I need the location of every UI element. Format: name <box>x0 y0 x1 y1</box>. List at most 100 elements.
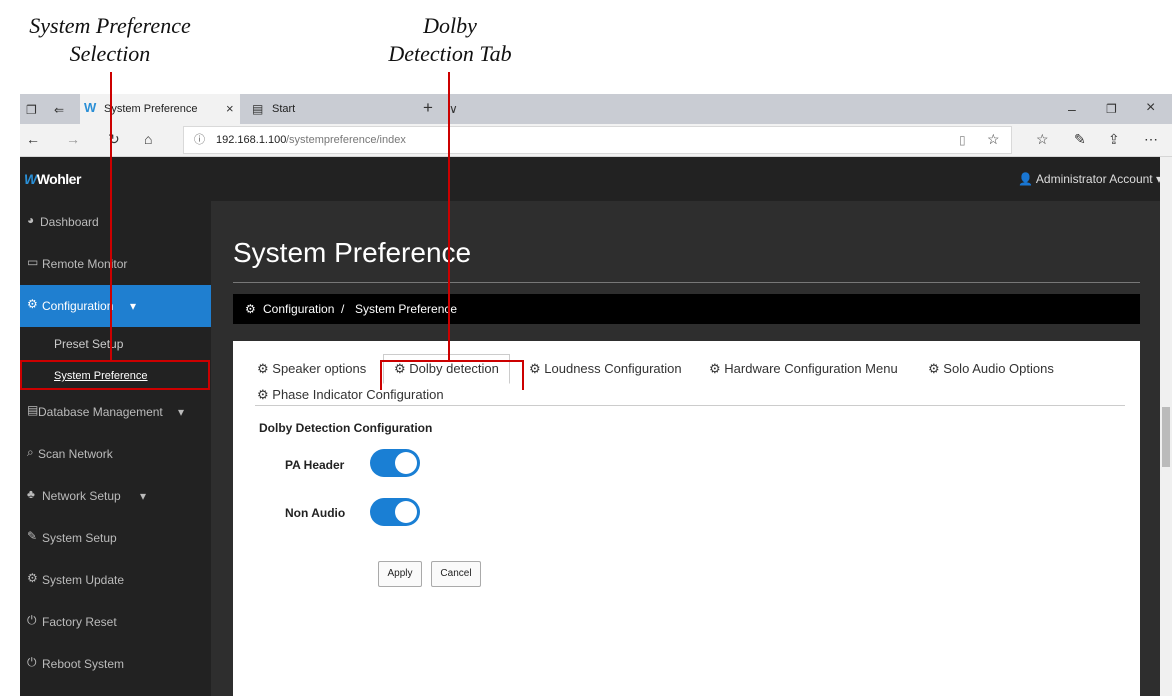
annotation-line: Selection <box>69 41 151 66</box>
scrollbar-thumb[interactable] <box>1162 407 1170 467</box>
sidebar-item-factory-reset[interactable]: ⏻ Factory Reset <box>20 601 211 643</box>
database-icon: ▤ <box>27 403 39 417</box>
sidebar: ◕ Dashboard ▭ Remote Monitor ⚙ Configura… <box>20 201 211 696</box>
restore-icon[interactable]: ❐ <box>1106 101 1117 117</box>
favorite-star-icon[interactable]: ☆ <box>987 131 1000 147</box>
tab-title: System Preference <box>104 103 198 115</box>
sidebar-item-database-management[interactable]: ▤ Database Management ▾ <box>20 391 211 433</box>
sidebar-item-configuration[interactable]: ⚙ Configuration ▾ <box>20 285 211 327</box>
account-label: Administrator Account <box>1035 172 1153 186</box>
callout-box-system-preference <box>20 360 210 390</box>
url-host: 192.168.1.100 <box>216 134 287 146</box>
url-input[interactable]: ⓘ 192.168.1.100 /systempreference/index … <box>183 126 1012 154</box>
sidebar-item-label: Preset Setup <box>54 337 124 351</box>
setting-label: Non Audio <box>285 506 346 520</box>
cancel-button[interactable]: Cancel <box>431 561 481 587</box>
sidebar-item-label: Reboot System <box>42 657 125 671</box>
page-scrollbar[interactable] <box>1160 157 1172 696</box>
tachometer-icon: ◕ <box>27 213 35 227</box>
reading-view-icon[interactable]: ▯ <box>959 132 966 148</box>
sidebar-item-system-setup[interactable]: ✎ System Setup <box>20 517 211 559</box>
callout-box-dolby-tab <box>380 360 524 390</box>
gear-icon: ⚙ <box>709 361 721 376</box>
pa-header-toggle[interactable] <box>370 449 420 477</box>
sitemap-icon: ♣ <box>27 487 35 501</box>
browser-tab-bar: ❐ ⇐ W System Preference × ▤ Start + ∨ – … <box>20 94 1172 124</box>
sidebar-item-label: System Setup <box>42 531 117 545</box>
tab-label: Speaker options <box>272 361 367 376</box>
sidebar-item-system-update[interactable]: ⚙ System Update <box>20 559 211 601</box>
chevron-down-icon[interactable]: ∨ <box>449 101 458 117</box>
gear-icon: ⚙ <box>529 361 541 376</box>
back-icon[interactable]: ← <box>26 131 40 147</box>
account-menu[interactable]: 👤 Administrator Account ▾ <box>1018 172 1162 186</box>
sidebar-item-label: Dashboard <box>40 215 99 229</box>
tab-solo-audio-options[interactable]: ⚙ Solo Audio Options <box>928 361 1054 377</box>
main-content: System Preference ⚙ Configuration / Syst… <box>211 201 1168 696</box>
caret-down-icon: ▾ <box>178 405 185 419</box>
section-title: Dolby Detection Configuration <box>259 421 433 435</box>
pen-icon[interactable]: ✎ <box>1074 131 1086 147</box>
toggle-knob <box>395 501 417 523</box>
close-tab-icon[interactable]: × <box>226 101 234 117</box>
sidebar-item-scan-network[interactable]: ⌕ Scan Network <box>20 433 211 475</box>
wohler-favicon-icon: W <box>84 100 97 115</box>
more-icon[interactable]: ⋯ <box>1144 131 1158 147</box>
sidebar-item-label: Database Management <box>38 405 163 419</box>
address-bar-row: ← → ↻ ⌂ ⓘ 192.168.1.100 /systempreferenc… <box>20 124 1172 157</box>
breadcrumb-root[interactable]: Configuration <box>263 302 334 316</box>
tab-title: Start <box>272 103 296 115</box>
callout-line-system-preference <box>110 72 112 362</box>
cogs-icon: ⚙ <box>27 297 38 311</box>
wohler-logo: WWohler <box>24 171 81 187</box>
minimize-icon[interactable]: – <box>1068 101 1076 117</box>
caret-down-icon: ▾ <box>130 299 137 313</box>
search-icon: ⌕ <box>27 445 34 459</box>
tab-list-icon[interactable]: ❐ <box>26 102 37 118</box>
sidebar-item-dashboard[interactable]: ◕ Dashboard <box>20 201 211 243</box>
breadcrumb-separator: / <box>341 302 345 316</box>
setting-label: PA Header <box>285 458 345 472</box>
sidebar-item-preset-setup[interactable]: Preset Setup <box>20 327 211 359</box>
home-icon[interactable]: ⌂ <box>144 131 152 147</box>
non-audio-toggle[interactable] <box>370 498 420 526</box>
annotation-line: Detection Tab <box>388 41 512 66</box>
sidebar-item-reboot-system[interactable]: ⏻ Reboot System <box>20 643 211 685</box>
browser-tab-inactive[interactable]: ▤ Start <box>248 98 413 124</box>
share-icon[interactable]: ⇪ <box>1108 131 1120 147</box>
tab-back-icon[interactable]: ⇐ <box>54 102 64 118</box>
browser-window: ❐ ⇐ W System Preference × ▤ Start + ∨ – … <box>20 94 1172 696</box>
info-icon: ⓘ <box>194 134 205 146</box>
forward-icon[interactable]: → <box>66 131 80 147</box>
annotation-line: Dolby <box>423 13 477 38</box>
gear-icon: ⚙ <box>928 361 940 376</box>
sidebar-item-network-setup[interactable]: ♣ Network Setup ▾ <box>20 475 211 517</box>
app-navbar: WWohler 👤 Administrator Account ▾ <box>20 157 1168 201</box>
title-divider <box>233 282 1140 283</box>
callout-line-dolby-tab <box>448 72 450 362</box>
breadcrumb-current: System Preference <box>355 302 458 316</box>
annotation-dolby-tab: Dolby Detection Tab <box>355 12 545 68</box>
tab-label: Solo Audio Options <box>943 361 1054 376</box>
logo-mark-icon: W <box>24 171 37 187</box>
browser-tab-active[interactable]: W System Preference × <box>80 94 240 124</box>
new-tab-icon[interactable]: + <box>423 99 433 116</box>
sidebar-item-remote-monitor[interactable]: ▭ Remote Monitor <box>20 243 211 285</box>
power-icon: ⏻ <box>27 613 37 627</box>
tab-hardware-configuration-menu[interactable]: ⚙ Hardware Configuration Menu <box>709 361 898 377</box>
page-title: System Preference <box>233 237 472 268</box>
tab-loudness-configuration[interactable]: ⚙ Loudness Configuration <box>529 361 682 377</box>
close-window-icon[interactable]: × <box>1146 100 1155 116</box>
apply-button[interactable]: Apply <box>378 561 422 587</box>
cogs-icon: ⚙ <box>245 302 256 316</box>
tab-label: Hardware Configuration Menu <box>724 361 898 376</box>
power-icon: ⏻ <box>27 655 37 669</box>
sidebar-item-label: Factory Reset <box>42 615 117 629</box>
sidebar-item-label: Configuration <box>42 299 114 313</box>
tab-speaker-options[interactable]: ⚙ Speaker options <box>257 361 366 377</box>
favorites-icon[interactable]: ☆ <box>1036 131 1049 147</box>
sidebar-item-label: Scan Network <box>38 447 113 461</box>
caret-down-icon: ▾ <box>140 489 147 503</box>
user-icon: 👤 <box>1018 172 1034 186</box>
sidebar-item-label: System Update <box>42 573 125 587</box>
